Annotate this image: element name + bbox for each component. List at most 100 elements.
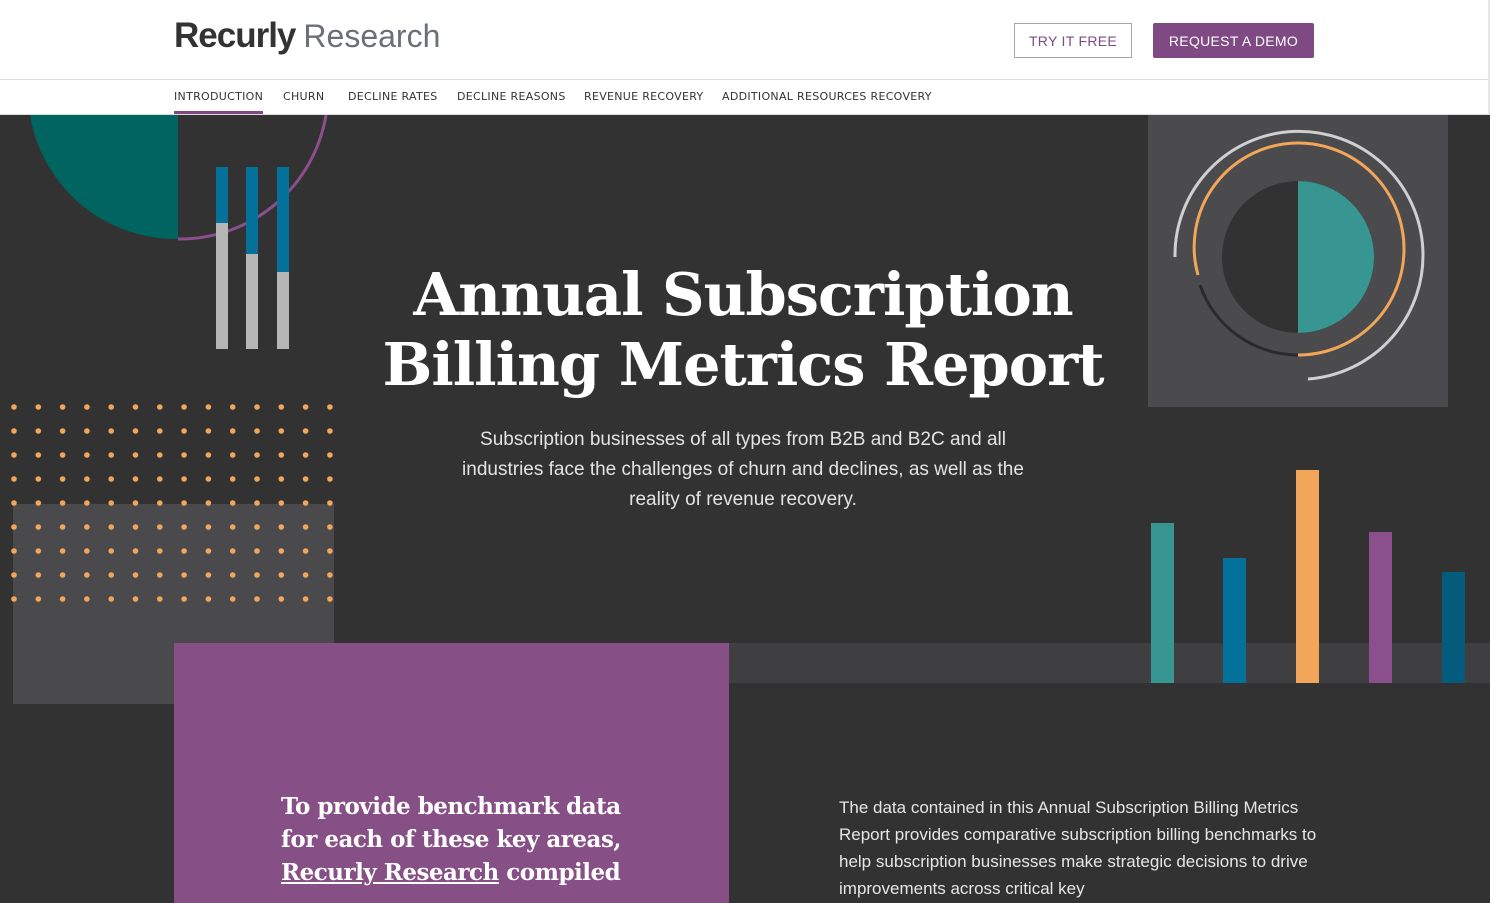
- decor-dot: [35, 428, 42, 434]
- try-it-free-button[interactable]: TRY IT FREE: [1014, 23, 1132, 58]
- decor-dot: [157, 572, 163, 578]
- decor-dot: [254, 548, 260, 554]
- decor-dot: [108, 452, 114, 458]
- decor-dot: [205, 500, 212, 506]
- decor-dot: [11, 500, 17, 506]
- decor-dot: [11, 476, 17, 482]
- nav-item-additional-resources-recovery[interactable]: ADDITIONAL RESOURCES RECOVERY: [722, 80, 932, 114]
- request-a-demo-button[interactable]: REQUEST A DEMO: [1153, 23, 1314, 58]
- decor-dot: [278, 524, 285, 530]
- recurly-research-logo[interactable]: Recurly Research: [174, 16, 440, 60]
- decor-dot: [278, 572, 285, 578]
- decor-dot: [302, 572, 309, 578]
- decor-dot: [35, 572, 42, 578]
- decor-dot: [59, 572, 66, 578]
- decor-dot: [205, 404, 212, 410]
- decor-dot: [59, 596, 66, 602]
- decor-dot: [229, 500, 236, 506]
- decor-dot: [327, 596, 333, 602]
- decor-dot: [327, 500, 333, 506]
- decor-dot: [205, 428, 212, 434]
- decor-dot: [205, 476, 212, 482]
- decor-dot: [254, 500, 260, 506]
- decor-dot: [11, 548, 17, 554]
- decor-dot: [205, 548, 212, 554]
- decor-dot: [181, 548, 187, 554]
- decor-dot: [84, 548, 90, 554]
- bar-chart-graphic: [1151, 470, 1465, 683]
- decor-dot: [35, 596, 42, 602]
- decor-dot: [132, 452, 139, 458]
- nav-item-revenue-recovery[interactable]: REVENUE RECOVERY: [584, 80, 703, 114]
- decor-dot: [278, 428, 285, 434]
- decor-dot: [157, 548, 163, 554]
- decor-dot: [181, 524, 187, 530]
- decor-dot: [278, 452, 285, 458]
- decor-dot: [108, 476, 114, 482]
- decor-dot: [59, 404, 66, 410]
- decor-dot: [59, 428, 66, 434]
- nav-item-introduction[interactable]: INTRODUCTION: [174, 80, 264, 114]
- decor-dot: [84, 572, 90, 578]
- decor-dot: [205, 452, 212, 458]
- decor-dot: [35, 476, 42, 482]
- decor-dot: [157, 404, 163, 410]
- hero-subtitle: Subscription businesses of all types fro…: [462, 429, 1024, 510]
- decor-dot: [132, 476, 139, 482]
- decor-dot: [157, 428, 163, 434]
- decor-dot: [132, 428, 139, 434]
- decor-dot: [254, 404, 260, 410]
- decor-dot: [278, 596, 285, 602]
- recurly-research-link[interactable]: Recurly Research: [281, 859, 499, 886]
- decor-dot: [254, 476, 260, 482]
- decor-dot: [229, 548, 236, 554]
- decor-dot: [254, 572, 260, 578]
- decor-dot: [59, 476, 66, 482]
- decor-dot: [108, 500, 114, 506]
- decor-dot: [35, 524, 42, 530]
- decor-dot: [84, 476, 90, 482]
- decor-dot: [84, 524, 90, 530]
- decor-dot: [181, 500, 187, 506]
- decor-dot: [11, 596, 17, 602]
- decor-dot: [278, 404, 285, 410]
- decor-dot: [84, 428, 90, 434]
- decor-dot: [254, 428, 260, 434]
- decor-dot: [327, 548, 333, 554]
- decor-dot: [11, 572, 17, 578]
- decor-dot: [59, 452, 66, 458]
- intro-callout-text: To provide benchmark data for each of th…: [281, 790, 621, 889]
- decor-dot: [181, 452, 187, 458]
- decor-dot: [108, 428, 114, 434]
- donut-chart-graphic: [1148, 115, 1448, 407]
- nav-item-churn[interactable]: CHURN: [283, 80, 324, 114]
- nav-item-decline-rates[interactable]: DECLINE RATES: [348, 80, 438, 114]
- decor-dot: [181, 428, 187, 434]
- decor-dot: [302, 524, 309, 530]
- decor-dot: [108, 548, 114, 554]
- decor-dot: [59, 524, 66, 530]
- hero-section: Annual Subscription Billing Metrics Repo…: [0, 115, 1490, 903]
- section-nav: INTRODUCTION CHURN DECLINE RATES DECLINE…: [0, 80, 1490, 115]
- decor-dot: [229, 452, 236, 458]
- decor-dot: [229, 596, 236, 602]
- decor-dot: [278, 476, 285, 482]
- decor-dot: [327, 452, 333, 458]
- nav-item-decline-reasons[interactable]: DECLINE REASONS: [457, 80, 566, 114]
- decor-dot: [84, 596, 90, 602]
- decor-dot: [327, 524, 333, 530]
- decor-dot: [108, 596, 114, 602]
- decor-dot: [35, 404, 42, 410]
- decor-dot: [59, 500, 66, 506]
- decor-dot: [157, 476, 163, 482]
- decor-dot: [205, 524, 212, 530]
- decor-dot: [302, 500, 309, 506]
- decor-dot: [11, 524, 17, 530]
- site-header: Recurly Research TRY IT FREE REQUEST A D…: [0, 0, 1490, 80]
- decor-dot: [302, 596, 309, 602]
- decor-dot: [132, 548, 139, 554]
- decor-dot: [181, 572, 187, 578]
- decor-dot: [254, 596, 260, 602]
- decor-dot: [108, 404, 114, 410]
- decor-dot: [205, 596, 212, 602]
